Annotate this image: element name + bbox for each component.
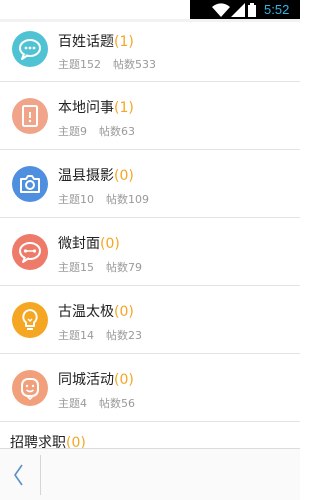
forum-row[interactable]: 微封面(0) 主题15 帖数79: [0, 218, 300, 286]
forum-new-count: (0): [100, 236, 120, 252]
topic-count: 主题14: [58, 329, 94, 342]
forum-row[interactable]: 百姓话题(1) 主题152 帖数533: [0, 22, 300, 82]
toolbar-divider: [40, 455, 41, 495]
forum-name: 古温太极: [58, 304, 114, 320]
topic-count: 主题152: [58, 58, 101, 71]
wifi-icon: [212, 3, 230, 17]
post-count: 帖数56: [99, 397, 135, 410]
forum-title: 古温太极(0): [58, 301, 134, 321]
status-bar-mid: [18, 0, 190, 19]
topic-count: 主题10: [58, 193, 94, 206]
share-bubble-icon: [12, 234, 48, 270]
forum-title: 同城活动(0): [58, 369, 134, 389]
clock: 5:52: [264, 2, 290, 17]
post-count: 帖数23: [106, 329, 142, 342]
forum-name: 百姓话题: [58, 34, 114, 50]
post-count: 帖数109: [106, 193, 149, 206]
forum-new-count: (1): [114, 100, 134, 116]
forum-stats: 主题14 帖数23: [58, 327, 142, 343]
forum-name: 微封面: [58, 236, 100, 252]
forum-new-count: (1): [114, 34, 134, 50]
door-icon: [12, 98, 48, 134]
bottom-toolbar: [0, 448, 300, 500]
smiley-icon: [12, 370, 48, 406]
forum-name: 本地问事: [58, 100, 114, 116]
battery-icon: [248, 3, 256, 17]
forum-row[interactable]: 本地问事(1) 主题9 帖数63: [0, 82, 300, 150]
post-count: 帖数533: [113, 58, 156, 71]
forum-title: 微封面(0): [58, 233, 120, 253]
forum-list: 百姓话题(1) 主题152 帖数533 本地问事(1) 主题9 帖数63 温县摄影(…: [0, 22, 300, 458]
camera-icon: [12, 166, 48, 202]
forum-row[interactable]: 同城活动(0) 主题4 帖数56: [0, 354, 300, 422]
forum-title: 百姓话题(1): [58, 31, 134, 51]
post-count: 帖数63: [99, 125, 135, 138]
forum-stats: 主题152 帖数533: [58, 56, 156, 72]
forum-stats: 主题4 帖数56: [58, 395, 135, 411]
post-count: 帖数79: [106, 261, 142, 274]
forum-stats: 主题9 帖数63: [58, 123, 135, 139]
lightbulb-icon: [12, 302, 48, 338]
topic-count: 主题15: [58, 261, 94, 274]
back-chevron-icon: [14, 464, 23, 486]
forum-row[interactable]: 古温太极(0) 主题14 帖数23: [0, 286, 300, 354]
forum-new-count: (0): [114, 168, 134, 184]
forum-row[interactable]: 温县摄影(0) 主题10 帖数109: [0, 150, 300, 218]
forum-name: 温县摄影: [58, 168, 114, 184]
forum-new-count: (0): [114, 372, 134, 388]
forum-title: 温县摄影(0): [58, 165, 134, 185]
forum-stats: 主题15 帖数79: [58, 259, 142, 275]
forum-title: 本地问事(1): [58, 97, 134, 117]
chat-bubble-icon: [12, 31, 48, 67]
status-bar: 5:52: [0, 0, 300, 22]
forum-name: 同城活动: [58, 372, 114, 388]
forum-new-count: (0): [114, 304, 134, 320]
topic-count: 主题4: [58, 397, 87, 410]
signal-icon: [231, 3, 245, 17]
back-button[interactable]: [0, 449, 40, 500]
forum-stats: 主题10 帖数109: [58, 191, 149, 207]
topic-count: 主题9: [58, 125, 87, 138]
